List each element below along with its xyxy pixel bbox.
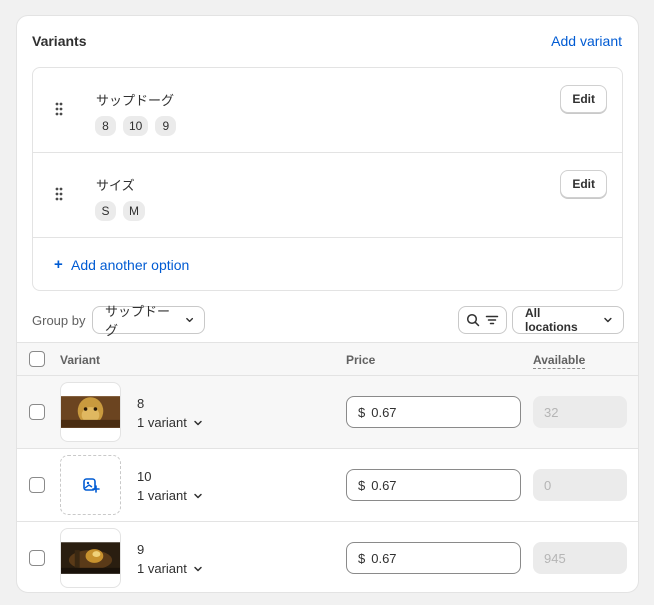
variant-count-toggle[interactable]: 1 variant (137, 488, 203, 503)
option-name: サップドーグ (96, 93, 175, 108)
filter-icon (485, 315, 499, 325)
row-checkbox[interactable] (29, 404, 45, 420)
option-value-chip: M (123, 201, 145, 221)
variant-count-label: 1 variant (137, 415, 187, 430)
edit-option-button[interactable]: Edit (560, 85, 607, 113)
search-filter-button[interactable] (458, 306, 507, 334)
column-header-price: Price (346, 353, 376, 367)
variant-count-label: 1 variant (137, 561, 187, 576)
variant-thumbnail[interactable] (60, 382, 121, 442)
table-row[interactable]: 9 1 variant $ 945 (17, 522, 638, 592)
currency-prefix: $ (358, 404, 366, 420)
price-input[interactable] (371, 550, 492, 566)
column-header-available[interactable]: Available (533, 353, 586, 369)
add-image-icon (82, 478, 100, 493)
option-row: サップドーグ 8 10 9 Edit (33, 68, 622, 153)
price-input[interactable] (371, 404, 492, 420)
option-value-chip: 10 (123, 116, 149, 136)
drag-handle-icon[interactable] (53, 101, 65, 117)
available-field: 32 (533, 396, 627, 428)
options-box: サップドーグ 8 10 9 Edit サイズ S M Edit + Add an… (32, 67, 623, 291)
table-header: Variant Price Available (17, 342, 638, 376)
table-row[interactable]: 10 1 variant $ 0 (17, 449, 638, 522)
row-checkbox[interactable] (29, 550, 45, 566)
currency-prefix: $ (358, 550, 366, 566)
locations-value: All locations (525, 306, 578, 334)
drag-handle-icon[interactable] (53, 186, 65, 202)
table-row[interactable]: 8 1 variant $ 32 (17, 376, 638, 449)
chevron-down-icon (194, 493, 202, 498)
variant-count-toggle[interactable]: 1 variant (137, 415, 203, 430)
option-value-chip: S (95, 201, 116, 221)
select-all-checkbox[interactable] (29, 351, 45, 367)
chevron-down-icon (604, 317, 612, 323)
card-title: Variants (32, 33, 87, 49)
chevron-down-icon (185, 317, 193, 323)
group-by-value: サップドーグ (105, 304, 171, 338)
variants-card: Variants Add variant サップドーグ 8 10 9 Edit (16, 15, 639, 593)
add-variant-link[interactable]: Add variant (551, 33, 622, 49)
option-value-chip: 9 (155, 116, 177, 136)
row-checkbox[interactable] (29, 477, 45, 493)
option-values: S M (95, 201, 145, 221)
add-image-button[interactable] (60, 455, 121, 515)
available-field: 0 (533, 469, 627, 501)
currency-prefix: $ (358, 477, 366, 493)
group-by-select[interactable]: サップドーグ (92, 304, 205, 338)
option-values: 8 10 9 (95, 116, 177, 136)
option-name: サイズ (96, 178, 135, 193)
variant-thumbnail[interactable] (60, 528, 121, 588)
add-option-label: Add another option (71, 256, 190, 273)
price-field[interactable]: $ (346, 469, 521, 501)
variant-count-label: 1 variant (137, 488, 187, 503)
variant-name: 10 (137, 469, 152, 484)
chevron-down-icon (194, 566, 202, 571)
variant-name: 9 (137, 542, 145, 557)
option-row: サイズ S M Edit (33, 153, 622, 238)
add-another-option-button[interactable]: + Add another option (54, 256, 189, 273)
option-value-chip: 8 (95, 116, 116, 136)
column-header-variant[interactable]: Variant (60, 353, 100, 367)
search-icon (466, 313, 480, 327)
chevron-down-icon (194, 420, 202, 425)
variant-count-toggle[interactable]: 1 variant (137, 561, 203, 576)
variant-photo (61, 396, 120, 428)
edit-option-button[interactable]: Edit (560, 170, 607, 198)
available-field: 945 (533, 542, 627, 574)
group-by-label: Group by (32, 313, 86, 328)
price-input[interactable] (371, 477, 492, 493)
locations-select[interactable]: All locations (512, 306, 624, 334)
variant-name: 8 (137, 396, 145, 411)
plus-icon: + (54, 256, 63, 273)
price-field[interactable]: $ (346, 542, 521, 574)
variant-photo (61, 542, 120, 574)
price-field[interactable]: $ (346, 396, 521, 428)
